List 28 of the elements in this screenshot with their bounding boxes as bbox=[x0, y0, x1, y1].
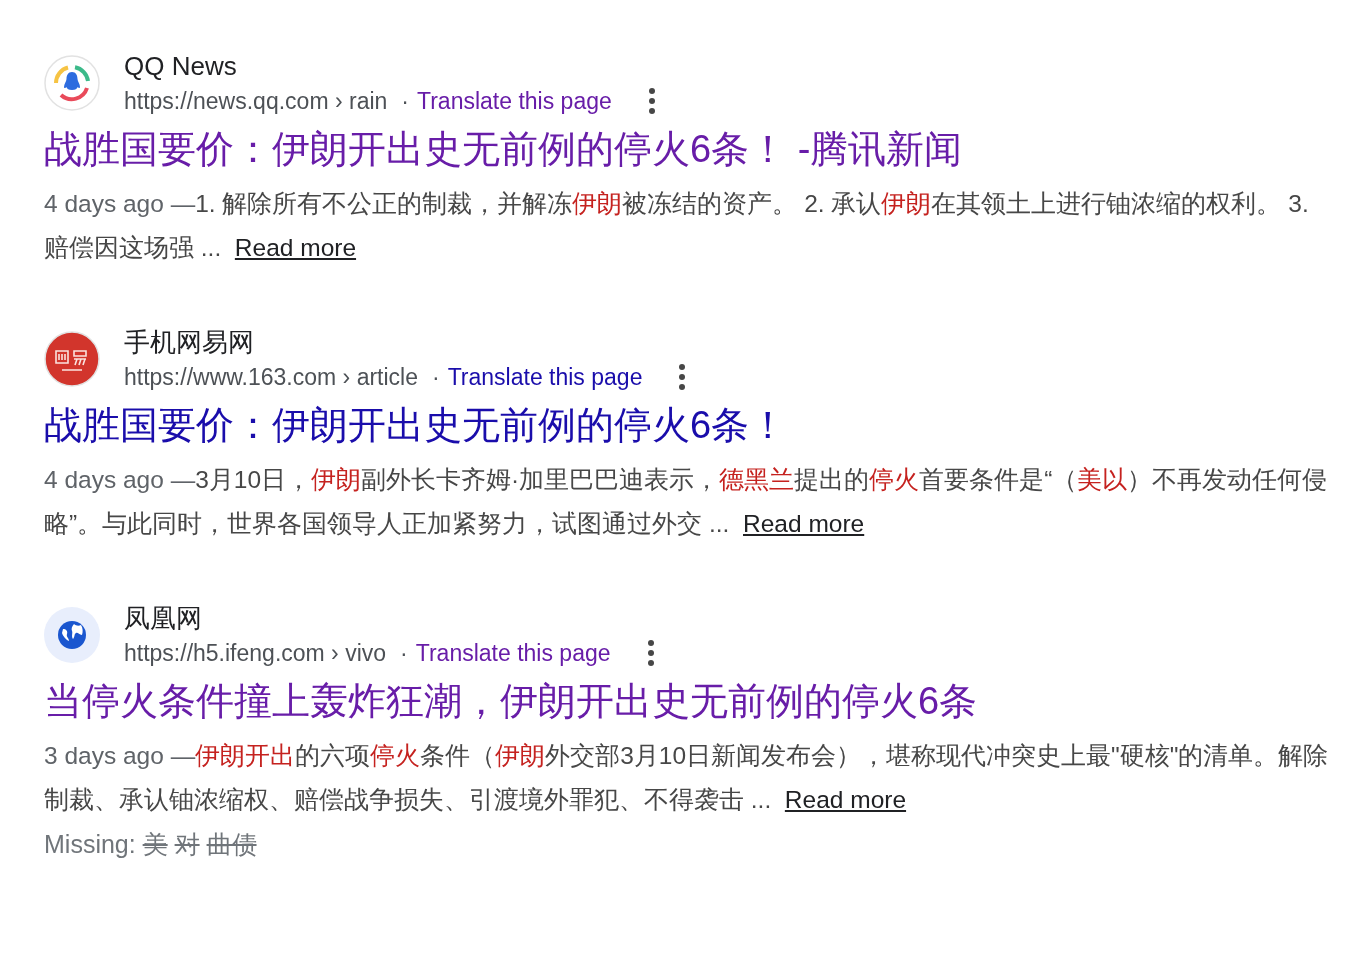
result-title-link[interactable]: 当停火条件撞上轰炸狂潮，伊朗开出史无前例的停火6条 bbox=[44, 676, 1334, 726]
result-title-link[interactable]: 战胜国要价：伊朗开出史无前例的停火6条！ bbox=[44, 400, 1334, 450]
result-title-link[interactable]: 战胜国要价：伊朗开出史无前例的停火6条！ -腾讯新闻 bbox=[44, 124, 1334, 174]
seal-logo-icon bbox=[44, 331, 100, 387]
result-snippet: 4 days ago —3月10日，伊朗副外长卡齐姆·加里巴巴迪表示，德黑兰提出的停火首要条件是“（美以）不再发动任何侵略”。与此同时，世界各国领导人正加紧努力，试图通过外交 ... Read more bbox=[44, 465, 1329, 539]
more-options-icon[interactable] bbox=[678, 363, 687, 391]
read-more-link[interactable]: Read more bbox=[784, 786, 907, 813]
more-options-icon[interactable] bbox=[647, 87, 656, 115]
site-name: QQ News bbox=[124, 50, 238, 83]
result-snippet: 3 days ago —伊朗开出 的六项停火条件（伊朗外交部3月10日新闻发布会），堪称现代冲突史上最"硬核"的清单。解除制裁、承认铀浓缩权、赔偿战争损失、引渡境外罪犯、不得袭击 ... Read more bbox=[44, 741, 1330, 815]
url-breadcrumb[interactable]: https://h5.ifeng.com › vivo bbox=[124, 636, 387, 670]
result-snippet: 4 days ago —1. 解除所有不公正的制裁，并解冻伊朗被冻结的资产。 2. 承认伊朗在其领土上进行铀浓缩的权利。 3. 赔偿因这场强 ... Read more bbox=[44, 189, 1310, 263]
read-more-link[interactable]: Read more bbox=[743, 510, 865, 537]
separator-dot: · bbox=[400, 639, 408, 668]
penguin-logo-icon bbox=[44, 55, 100, 111]
url-breadcrumb[interactable]: https://www.163.com › article bbox=[124, 360, 418, 394]
site-name: 凤凰网 bbox=[124, 602, 203, 635]
read-more-link[interactable]: Read more bbox=[234, 234, 357, 261]
missing-terms: Missing: 美 对 曲债 bbox=[44, 829, 258, 860]
separator-dot: · bbox=[401, 87, 409, 116]
translate-link[interactable]: Translate this page bbox=[415, 636, 611, 670]
globe-icon bbox=[44, 607, 100, 663]
translate-link[interactable]: Translate this page bbox=[417, 84, 612, 118]
separator-dot: · bbox=[432, 363, 440, 392]
url-breadcrumb[interactable]: https://news.qq.com › rain bbox=[124, 84, 388, 118]
site-name: 手机网易网 bbox=[124, 326, 255, 359]
translate-link[interactable]: Translate this page bbox=[447, 360, 643, 394]
more-options-icon[interactable] bbox=[646, 639, 655, 667]
